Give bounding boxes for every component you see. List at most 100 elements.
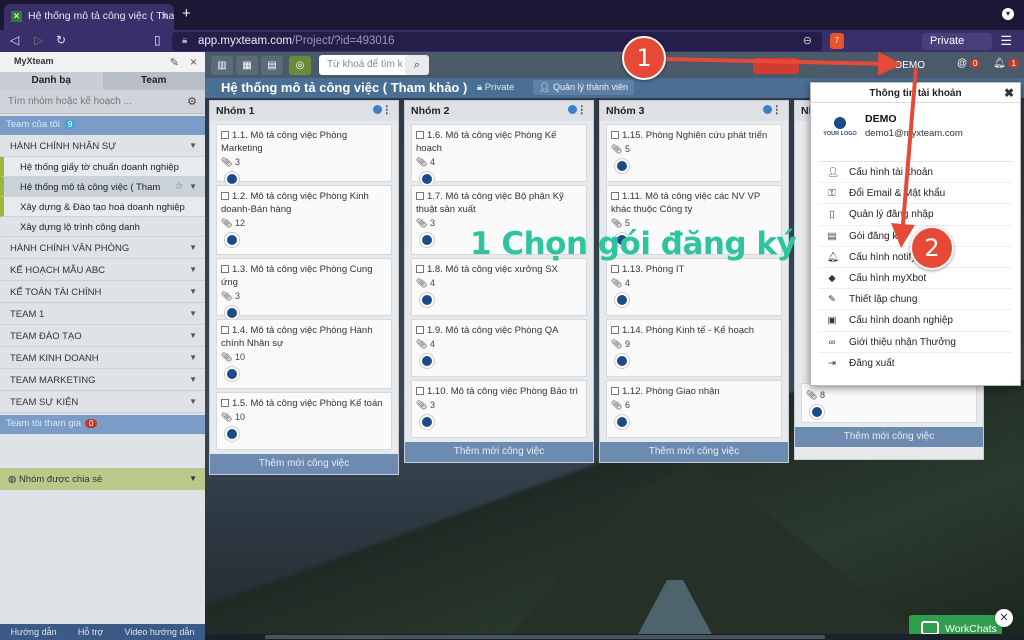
activity-icon[interactable]: ◎ xyxy=(289,56,311,75)
tab-contacts[interactable]: Danh bạ xyxy=(0,72,103,90)
messages-counter[interactable]: @ 0 xyxy=(957,58,981,69)
add-task-button[interactable]: Thêm mới công việc xyxy=(405,442,593,462)
private-window-badge[interactable]: Private xyxy=(922,33,992,50)
add-task-button[interactable]: Thêm mới công việc xyxy=(600,442,788,462)
browser-menu-icon[interactable]: ☰ xyxy=(1000,33,1012,49)
group-item[interactable]: KẾ TOÁN TÀI CHÍNH ▼ xyxy=(0,281,205,303)
close-tab-icon[interactable]: × xyxy=(161,9,168,23)
reload-icon[interactable]: ↻ xyxy=(56,33,66,47)
task-card[interactable]: 1.6. Mô tả công việc Phòng Kế hoạch 📎︎ 4 xyxy=(411,124,587,186)
back-icon[interactable]: ◁ xyxy=(10,33,19,47)
group-item[interactable]: TEAM ĐÀO TẠO ▼ xyxy=(0,325,205,347)
task-checkbox[interactable] xyxy=(611,131,619,139)
group-hanh-chinh-nhan-su[interactable]: HÀNH CHÍNH NHÂN SỰ ▼ xyxy=(0,135,205,157)
task-checkbox[interactable] xyxy=(611,326,619,334)
chart-icon[interactable]: ▥ xyxy=(211,56,233,75)
task-card[interactable]: 1.5. Mô tả công việc Phòng Kế toán 📎︎ 10 xyxy=(216,392,392,450)
scrollbar-thumb[interactable] xyxy=(265,635,825,639)
add-task-button[interactable]: Thêm mới công việc xyxy=(210,454,398,474)
menu-login-management[interactable]: ▯ Quản lý đăng nhập xyxy=(819,204,1012,226)
task-card[interactable]: 1.13. Phòng IT 📎︎ 4 xyxy=(606,258,782,316)
task-card[interactable]: 1.9. Mô tả công việc Phòng QA 📎︎ 4 xyxy=(411,319,587,377)
upgrade-button[interactable] xyxy=(753,58,799,74)
task-checkbox[interactable] xyxy=(416,131,424,139)
search-icon[interactable]: ⌕ xyxy=(405,55,429,75)
group-item[interactable]: HÀNH CHÍNH VĂN PHÒNG ▼ xyxy=(0,237,205,259)
task-checkbox[interactable] xyxy=(416,265,424,273)
task-checkbox[interactable] xyxy=(416,387,424,395)
task-card[interactable]: 1.8. Mô tả công việc xưởng SX 📎︎ 4 xyxy=(411,258,587,316)
group-item[interactable]: TEAM SỰ KIỆN ▼ xyxy=(0,391,205,413)
gear-icon[interactable]: ⚙ xyxy=(187,95,197,108)
pin-icon[interactable]: ✎ xyxy=(170,56,179,69)
more-icon[interactable]: ⋮ xyxy=(772,104,783,116)
task-checkbox[interactable] xyxy=(416,326,424,334)
task-card[interactable]: 1.4. Mô tả công việc Phòng Hành chính Nh… xyxy=(216,319,392,389)
bookmark-icon[interactable]: ▯ xyxy=(154,33,161,47)
group-item[interactable]: TEAM 1 ▼ xyxy=(0,303,205,325)
project-item[interactable]: Xây dựng & Đào tạo hoá doanh nghiệp xyxy=(0,197,205,217)
task-card[interactable]: 1.2. Mô tả công việc Phòng Kinh doanh-Bá… xyxy=(216,185,392,255)
tab-list-dropdown-icon[interactable]: ▾ xyxy=(1002,8,1014,20)
close-chat-icon[interactable]: ✕ xyxy=(995,609,1013,627)
group-item[interactable]: TEAM KINH DOANH ▼ xyxy=(0,347,205,369)
task-checkbox[interactable] xyxy=(221,192,229,200)
my-team-section[interactable]: Team của tôi 9 xyxy=(0,116,205,135)
manage-members-button[interactable]: 👤︎ Quản lý thành viên xyxy=(533,80,634,95)
task-checkbox[interactable] xyxy=(611,265,619,273)
group-item[interactable]: KẾ HOẠCH MẪU ABC ▼ xyxy=(0,259,205,281)
joined-team-section[interactable]: Team tôi tham gia 0 xyxy=(0,415,205,434)
forward-icon[interactable]: ▷ xyxy=(34,33,43,47)
task-card[interactable]: 📎︎ 8 xyxy=(801,383,977,423)
zoom-icon[interactable]: ⊖ xyxy=(803,34,812,47)
task-checkbox[interactable] xyxy=(221,399,229,407)
support-link[interactable]: Hỗ trợ xyxy=(78,627,103,640)
board-horizontal-scrollbar[interactable] xyxy=(205,634,1024,640)
task-search-input[interactable]: Từ khoá để tìm k xyxy=(319,55,411,75)
task-checkbox[interactable] xyxy=(221,265,229,273)
more-icon[interactable]: ⋮ xyxy=(382,104,393,116)
task-card[interactable]: 1.10. Mô tả công việc Phòng Bảo trì 📎︎ 3 xyxy=(411,380,587,438)
brave-shield-icon[interactable]: 7 xyxy=(830,33,844,49)
inbox-icon[interactable]: ▤ xyxy=(261,56,283,75)
task-card[interactable]: 1.12. Phòng Giao nhận 📎︎ 6 xyxy=(606,380,782,438)
more-icon[interactable]: ⋮ xyxy=(577,104,588,116)
menu-logout[interactable]: ⇥ Đăng xuất xyxy=(819,353,1012,374)
account-menu-button[interactable]: DEMO xyxy=(889,58,945,74)
menu-account-settings[interactable]: 👤︎ Cấu hình tài khoản xyxy=(819,162,1012,184)
star-icon[interactable]: ☆ xyxy=(174,181,183,192)
notifications-counter[interactable]: 🔔︎ 1 xyxy=(993,58,1019,69)
project-item[interactable]: Hệ thống giấy tờ chuẩn doanh nghiệp xyxy=(0,157,205,177)
task-card[interactable]: 1.14. Phòng Kinh tế - Kế hoạch 📎︎ 9 xyxy=(606,319,782,377)
sidebar-close-icon[interactable]: × xyxy=(190,55,197,69)
menu-general-settings[interactable]: ✎ Thiết lập chung xyxy=(819,289,1012,311)
close-icon[interactable]: ✖ xyxy=(1004,86,1014,100)
task-checkbox[interactable] xyxy=(611,192,619,200)
help-guide-link[interactable]: Hướng dẫn xyxy=(11,627,57,640)
task-checkbox[interactable] xyxy=(416,192,424,200)
video-guide-link[interactable]: Video hướng dẫn xyxy=(125,627,195,640)
menu-referral-rewards[interactable]: ∞ Giới thiệu nhận Thưởng xyxy=(819,332,1012,353)
project-item[interactable]: Xây dựng lộ trình công danh xyxy=(0,217,205,237)
add-task-button[interactable]: Thêm mới công việc xyxy=(795,427,983,447)
shared-groups-section[interactable]: ◍ Nhóm được chia sẻ ▼ xyxy=(0,468,205,490)
task-checkbox[interactable] xyxy=(221,131,229,139)
task-card[interactable]: 1.1. Mô tả công việc Phòng Marketing 📎︎ 3 xyxy=(216,124,392,186)
tab-team[interactable]: Team xyxy=(102,72,205,90)
task-checkbox[interactable] xyxy=(611,387,619,395)
group-item[interactable]: TEAM MARKETING ▼ xyxy=(0,369,205,391)
task-checkbox[interactable] xyxy=(221,326,229,334)
task-card[interactable]: 1.15. Phòng Nghiên cứu phát triển 📎︎ 5 xyxy=(606,124,782,182)
calendar-icon[interactable]: ▦ xyxy=(236,56,258,75)
menu-myxbot-settings[interactable]: ◆ Cấu hình myXbot xyxy=(819,268,1012,290)
menu-company-settings[interactable]: ▣ Cấu hình doanh nghiệp xyxy=(819,310,1012,332)
sidebar-search[interactable]: Tìm nhóm hoặc kế hoạch ... ⚙ xyxy=(0,90,205,114)
new-tab-button[interactable]: + xyxy=(182,5,191,22)
menu-change-email-password[interactable]: ⚿ Đổi Email & Mật khẩu xyxy=(819,183,1012,205)
sidebar-search-input[interactable]: Tìm nhóm hoặc kế hoạch ... xyxy=(8,96,132,107)
browser-tab[interactable]: ✕ Hệ thống mô tả công việc ( Tha × xyxy=(4,4,174,30)
privacy-label[interactable]: 🔒︎ Private xyxy=(477,82,514,93)
task-card[interactable]: 1.3. Mô tả công việc Phòng Cung ứng 📎︎ 3 xyxy=(216,258,392,320)
project-item-selected[interactable]: Hệ thống mô tả công việc ( Tham ☆ ▼ xyxy=(0,177,205,197)
url-field[interactable]: 🔒︎ app.myxteam.com/Project/?id=493016 ⊖ xyxy=(172,32,822,51)
